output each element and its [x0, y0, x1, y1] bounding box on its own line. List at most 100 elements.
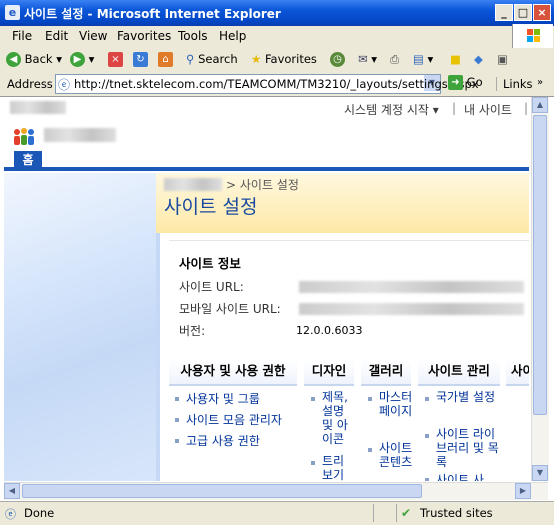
address-label: Address [7, 77, 53, 91]
scroll-left-icon[interactable]: ◀ [4, 483, 20, 499]
link-advanced-permissions[interactable]: 고급 사용 권한 [186, 432, 260, 449]
history-icon: ◷ [330, 52, 345, 67]
stop-icon: × [108, 52, 123, 67]
messenger-button[interactable]: ◆ [474, 52, 483, 66]
search-icon: ⚲ [186, 52, 195, 66]
address-url: http://tnet.sktelecom.com/TEAMCOMM/TM321… [74, 77, 479, 91]
vertical-scrollbar[interactable]: ▲ ▼ [531, 97, 549, 481]
windows-logo [512, 24, 553, 50]
edit-icon: ▤ [413, 52, 424, 66]
forward-button[interactable]: ▶ ▾ [70, 52, 94, 67]
status-text: Done [24, 506, 55, 520]
mail-icon: ✉ [358, 52, 368, 66]
divider [373, 504, 374, 522]
bullet-icon [175, 397, 179, 401]
minimize-button[interactable]: _ [495, 4, 513, 21]
home-button[interactable]: ⌂ [158, 52, 173, 67]
redacted-site-title [44, 128, 116, 142]
page-viewport: 시스템 계정 시작 ▾ | 내 사이트 | 홈 > 사이트 설정 사이트 설정 … [4, 97, 529, 481]
version-value: 12.0.0.6033 [296, 324, 363, 337]
link-title-description-icon[interactable]: 제목, 설명 및 아이콘 [322, 390, 356, 446]
maximize-button[interactable]: □ [514, 4, 532, 21]
menu-view[interactable]: View [79, 29, 107, 43]
stop-button[interactable]: × [108, 52, 123, 67]
separator: | [452, 101, 457, 115]
global-nav-band: 시스템 계정 시작 ▾ | 내 사이트 | [4, 97, 529, 119]
note-icon: ■ [450, 52, 461, 66]
separator: | [524, 101, 529, 115]
link-site-libraries-lists[interactable]: 사이트 라이브러리 및 목록 [436, 427, 500, 469]
category-site-collection: 사이 [506, 360, 529, 386]
link-master-pages[interactable]: 마스터 페이지 [379, 390, 413, 418]
back-arrow-icon: ◀ [6, 52, 21, 67]
redacted-breadcrumb [164, 178, 222, 191]
favorites-button[interactable]: ★ Favorites [251, 52, 317, 66]
my-site-link[interactable]: 내 사이트 [464, 101, 512, 118]
bullet-icon [425, 434, 429, 438]
history-button[interactable]: ◷ [330, 52, 345, 67]
ie-app-icon: e [5, 5, 20, 20]
bullet-icon [175, 418, 179, 422]
mobile-url-label: 모바일 사이트 URL: [179, 302, 281, 316]
page-icon: ⓔ [58, 78, 71, 92]
link-site-collection-admins[interactable]: 사이트 모음 관리자 [186, 411, 282, 428]
links-button[interactable]: Links [496, 77, 533, 91]
vertical-scroll-thumb[interactable] [533, 115, 547, 415]
scroll-up-icon[interactable]: ▲ [532, 97, 548, 113]
chevron-right-icon[interactable]: » [537, 77, 543, 88]
page-title: 사이트 설정 [164, 196, 258, 218]
menu-help[interactable]: Help [219, 29, 246, 43]
horizontal-scroll-thumb[interactable] [22, 484, 422, 498]
tab-home[interactable]: 홈 [14, 151, 42, 169]
bullet-icon [311, 461, 315, 465]
bullet-icon [368, 397, 372, 401]
system-account-menu[interactable]: 시스템 계정 시작 ▾ [344, 101, 439, 118]
horizontal-scrollbar[interactable]: ◀ ▶ [4, 482, 548, 500]
link-tree-view[interactable]: 트리 보기 [322, 454, 356, 481]
mail-button[interactable]: ✉ ▾ [358, 52, 377, 66]
link-users-groups[interactable]: 사용자 및 그룹 [186, 390, 260, 407]
security-zone: Trusted sites [420, 506, 493, 520]
search-button[interactable]: ⚲ Search [186, 52, 238, 66]
print-button[interactable]: ⎙ [390, 52, 399, 67]
menu-tools[interactable]: Tools [178, 29, 208, 43]
scroll-down-icon[interactable]: ▼ [532, 465, 548, 481]
divider [396, 504, 397, 522]
menu-favorites[interactable]: Favorites [117, 29, 171, 43]
forward-arrow-icon: ▶ [70, 52, 85, 67]
version-label: 버전: [179, 324, 206, 338]
printer-icon: ⎙ [390, 52, 400, 66]
menu-file[interactable]: File [12, 29, 32, 43]
people-logo-icon [12, 127, 36, 147]
redacted-site-url [299, 281, 524, 293]
refresh-button[interactable]: ↻ [133, 52, 148, 67]
site-info-heading: 사이트 정보 [179, 256, 241, 271]
research-button[interactable]: ▣ [497, 52, 508, 66]
link-site-content-types[interactable]: 사이트 콘텐츠 [379, 441, 413, 469]
address-bar: Address ⓔ ▼ http://tnet.sktelecom.com/TE… [0, 72, 554, 97]
bullet-icon [368, 448, 372, 452]
home-icon: ⌂ [158, 52, 173, 67]
window-title: 사이트 설정 - Microsoft Internet Explorer [24, 7, 281, 21]
go-button[interactable]: ➜ Go [448, 75, 483, 90]
trusted-sites-icon: ✔ [401, 506, 412, 520]
category-galleries: 갤러리 [361, 360, 411, 386]
edit-button[interactable]: ▤ ▾ [413, 52, 433, 66]
menu-bar: File Edit View Favorites Tools Help [0, 26, 554, 49]
redacted-mobile-url [299, 303, 524, 315]
site-header [4, 119, 529, 149]
menu-edit[interactable]: Edit [45, 29, 68, 43]
category-design: 디자인 [304, 360, 354, 386]
go-arrow-icon: ➜ [448, 75, 463, 90]
close-button[interactable]: × [533, 4, 551, 21]
status-bar: ⓔ Done ✔ Trusted sites [0, 501, 554, 525]
category-site-admin: 사이트 관리 [418, 360, 500, 386]
back-button[interactable]: ◀ Back ▾ [6, 52, 62, 67]
messenger-icon: ◆ [474, 52, 483, 66]
discuss-button[interactable]: ■ [450, 52, 461, 66]
link-site-usage[interactable]: 사이트 사 [436, 471, 500, 481]
bullet-icon [425, 478, 429, 481]
scroll-right-icon[interactable]: ▶ [515, 483, 531, 499]
top-nav-bar [4, 149, 529, 171]
link-regional-settings[interactable]: 국가별 설정 [436, 390, 500, 404]
